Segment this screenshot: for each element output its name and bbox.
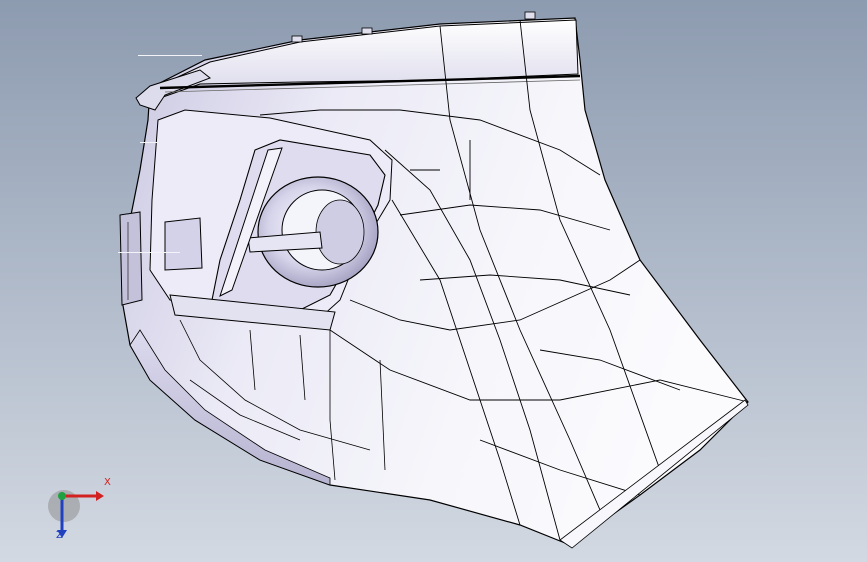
z-axis-label: Z [56,530,63,541]
top-clip-1 [291,35,303,43]
x-axis-arrowhead [96,491,104,501]
callout-line-lower [118,252,180,253]
orientation-triad[interactable]: X Z [40,477,120,558]
top-clip-3 [524,11,536,20]
top-clip-2 [361,27,373,35]
side-mount-tab [119,211,143,306]
callout-line-mid [140,142,158,143]
small-cutout [164,217,203,271]
x-axis-label: X [104,477,111,488]
y-axis-dot [58,492,66,500]
cad-graphics-viewport[interactable]: X Z [0,0,867,562]
bumper-3d-model[interactable] [0,0,867,562]
callout-line-top [138,55,202,56]
